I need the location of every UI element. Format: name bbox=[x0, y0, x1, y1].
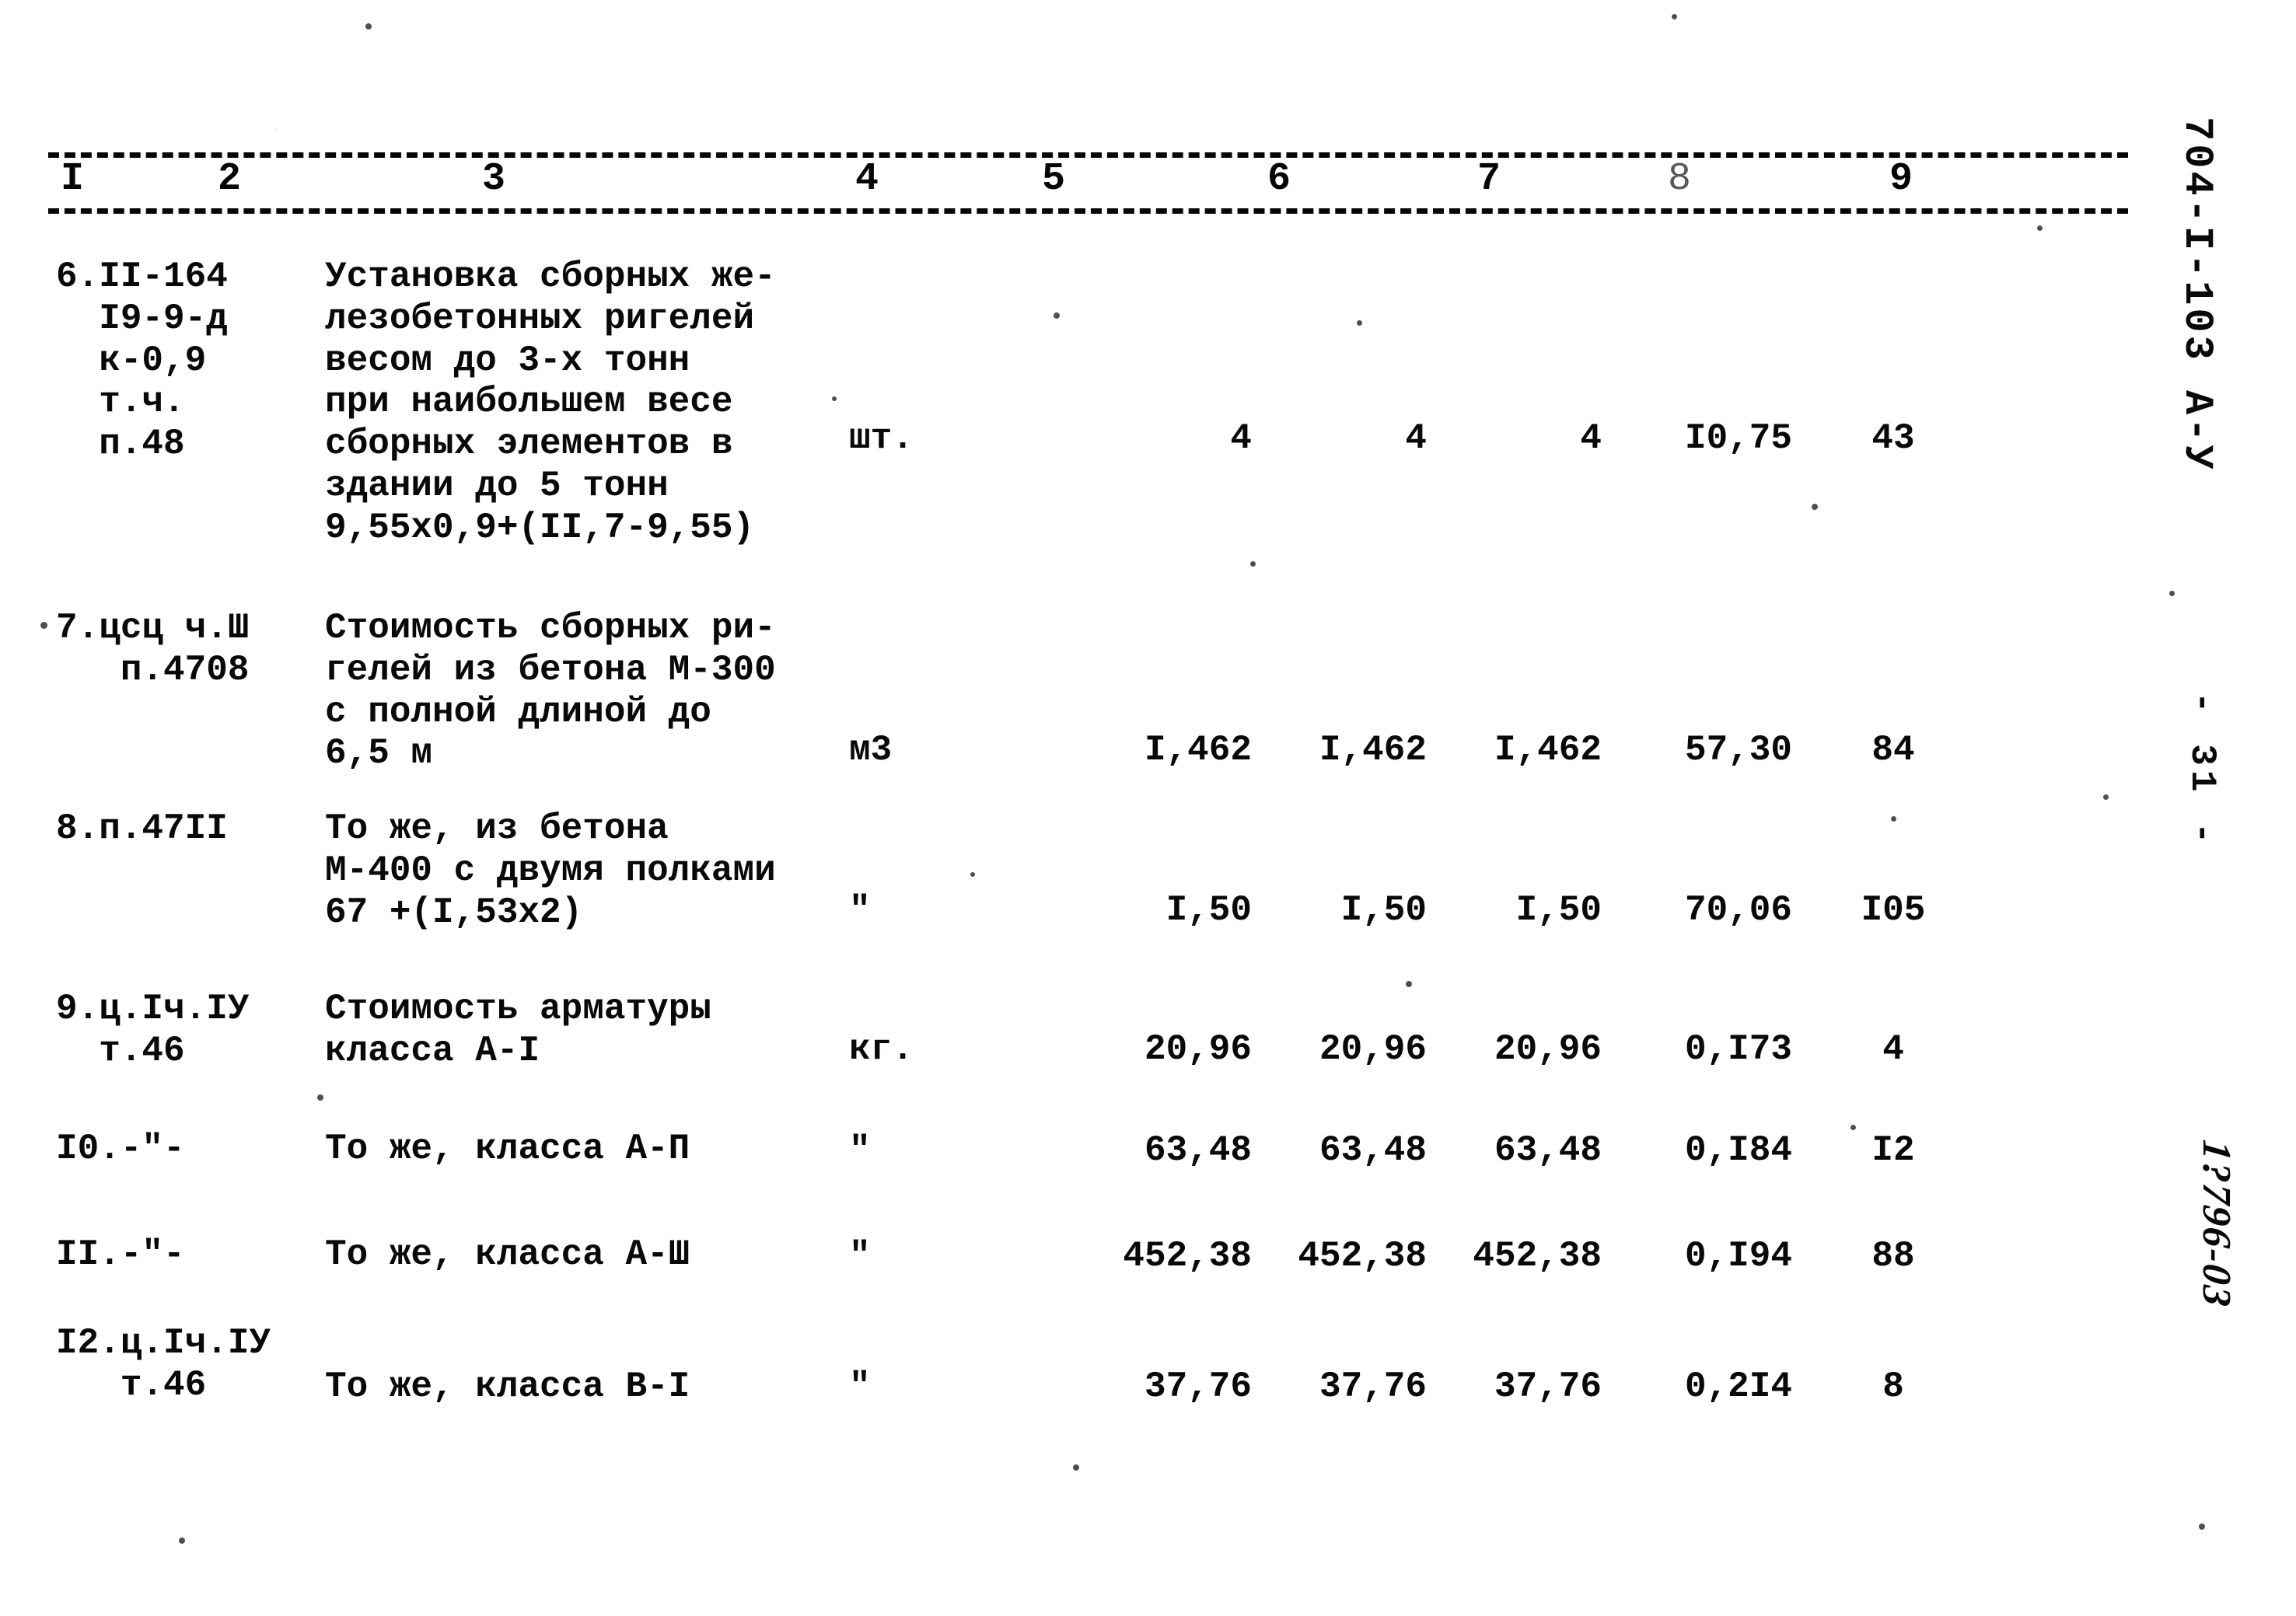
row-unit: " bbox=[849, 890, 871, 930]
row-value-5: 20,96 bbox=[1144, 1029, 1252, 1070]
row-unit: шт. bbox=[849, 418, 914, 459]
row-value-6: 63,48 bbox=[1319, 1130, 1427, 1171]
scan-speck bbox=[2169, 591, 2175, 596]
scan-speck bbox=[1250, 561, 1256, 567]
row-unit: " bbox=[849, 1130, 871, 1171]
column-header-5: 5 bbox=[1042, 157, 1067, 201]
row-value-6: 4 bbox=[1405, 418, 1427, 459]
scan-speck bbox=[2037, 225, 2043, 231]
scan-speck bbox=[970, 872, 975, 877]
scan-speck bbox=[1672, 14, 1677, 19]
row-value-7: 63,48 bbox=[1494, 1130, 1602, 1171]
sheet-code-vertical: 704-I-103 А-У bbox=[2174, 117, 2220, 473]
row-value-9: 88 bbox=[1871, 1236, 1915, 1276]
row-value-8: 70,06 bbox=[1684, 890, 1792, 930]
row-value-5: 63,48 bbox=[1144, 1130, 1252, 1171]
row-value-5: 452,38 bbox=[1123, 1236, 1252, 1276]
scan-speck bbox=[1054, 312, 1060, 319]
row-value-6: I,50 bbox=[1340, 890, 1427, 930]
scan-speck bbox=[365, 23, 372, 30]
row-value-8: 0,I94 bbox=[1684, 1236, 1792, 1276]
column-header-6: 6 bbox=[1267, 157, 1292, 201]
row-value-7: I,462 bbox=[1494, 730, 1602, 770]
row-value-6: I,462 bbox=[1319, 730, 1427, 770]
scan-speck bbox=[2103, 794, 2109, 800]
row-description: То же, из бетона М-400 с двумя полками 6… bbox=[325, 808, 776, 933]
scan-speck bbox=[1406, 981, 1412, 987]
scan-speck bbox=[317, 1094, 323, 1101]
row-description: Стоимость арматуры класса А-I bbox=[325, 989, 711, 1071]
row-value-9: 8 bbox=[1882, 1366, 1904, 1407]
row-value-8: 57,30 bbox=[1684, 730, 1792, 770]
scan-speck bbox=[40, 622, 47, 629]
row-value-5: 4 bbox=[1230, 418, 1252, 459]
row-code: 9.ц.Iч.IУ т.46 bbox=[56, 989, 250, 1071]
row-unit: " bbox=[849, 1236, 871, 1276]
row-description: То же, класса А-Ш bbox=[325, 1234, 690, 1275]
row-value-8: 0,I73 bbox=[1684, 1029, 1792, 1070]
row-code: I2.ц.Iч.IУ т.46 bbox=[56, 1323, 271, 1405]
row-value-9: 84 bbox=[1871, 730, 1915, 770]
document-sheet: I 2 3 4 5 6 7 8 9 6.II-164 I9-9-д к-0,9 … bbox=[0, 0, 2296, 1616]
scan-speck bbox=[2199, 1524, 2205, 1530]
column-header-7: 7 bbox=[1477, 157, 1502, 201]
row-code: 8.п.47II bbox=[56, 808, 228, 849]
row-value-9: 43 bbox=[1871, 418, 1915, 459]
row-value-6: 37,76 bbox=[1319, 1366, 1427, 1407]
row-value-6: 452,38 bbox=[1298, 1236, 1427, 1276]
row-value-7: 37,76 bbox=[1494, 1366, 1602, 1407]
row-description: Стоимость сборных ри- гелей из бетона М-… bbox=[325, 608, 776, 774]
scan-speck bbox=[832, 396, 837, 401]
row-unit: кг. bbox=[849, 1029, 914, 1070]
row-code: 7.цсц ч.Ш п.4708 bbox=[56, 608, 250, 690]
row-code: II.-"- bbox=[56, 1234, 185, 1275]
row-value-8: 0,2I4 bbox=[1684, 1366, 1792, 1407]
row-value-9: I2 bbox=[1871, 1130, 1915, 1171]
column-header-1: I bbox=[61, 157, 86, 201]
scan-speck bbox=[1812, 504, 1818, 510]
scan-speck bbox=[179, 1537, 185, 1544]
row-value-9: I05 bbox=[1861, 890, 1926, 930]
table-rule-top bbox=[48, 152, 2128, 158]
scanned-page: I 2 3 4 5 6 7 8 9 6.II-164 I9-9-д к-0,9 … bbox=[0, 0, 2296, 1616]
scan-speck bbox=[1891, 816, 1896, 822]
table-rule-bottom bbox=[48, 208, 2128, 214]
row-value-6: 20,96 bbox=[1319, 1029, 1427, 1070]
row-value-8: 0,I84 bbox=[1684, 1130, 1792, 1171]
column-header-9: 9 bbox=[1889, 157, 1914, 201]
row-unit: м3 bbox=[849, 730, 893, 770]
row-value-5: 37,76 bbox=[1144, 1366, 1252, 1407]
row-code: 6.II-164 I9-9-д к-0,9 т.ч. п.48 bbox=[56, 257, 228, 465]
row-value-7: 4 bbox=[1580, 418, 1602, 459]
column-header-3: 3 bbox=[482, 157, 507, 201]
row-description: То же, класса А-П bbox=[325, 1129, 690, 1169]
row-unit: " bbox=[849, 1366, 871, 1407]
scan-speck bbox=[1073, 1464, 1079, 1471]
column-header-4: 4 bbox=[855, 157, 880, 201]
row-value-7: I,50 bbox=[1515, 890, 1602, 930]
row-value-9: 4 bbox=[1882, 1029, 1904, 1070]
row-value-7: 452,38 bbox=[1473, 1236, 1602, 1276]
page-number-vertical: - 31 - bbox=[2182, 692, 2222, 849]
row-description: То же, класса В-I bbox=[325, 1366, 690, 1407]
row-code: I0.-"- bbox=[56, 1129, 185, 1169]
scan-speck bbox=[1357, 320, 1362, 326]
column-header-2: 2 bbox=[218, 157, 243, 201]
row-description: Установка сборных же- лезобетонных ригел… bbox=[325, 257, 776, 548]
row-value-5: I,462 bbox=[1144, 730, 1252, 770]
row-value-7: 20,96 bbox=[1494, 1029, 1602, 1070]
scan-speck bbox=[1850, 1125, 1856, 1130]
handwritten-note-vertical: 1?796-03 bbox=[2194, 1137, 2238, 1311]
column-header-8: 8 bbox=[1668, 157, 1693, 201]
row-value-8: I0,75 bbox=[1684, 418, 1792, 459]
row-value-5: I,50 bbox=[1165, 890, 1252, 930]
